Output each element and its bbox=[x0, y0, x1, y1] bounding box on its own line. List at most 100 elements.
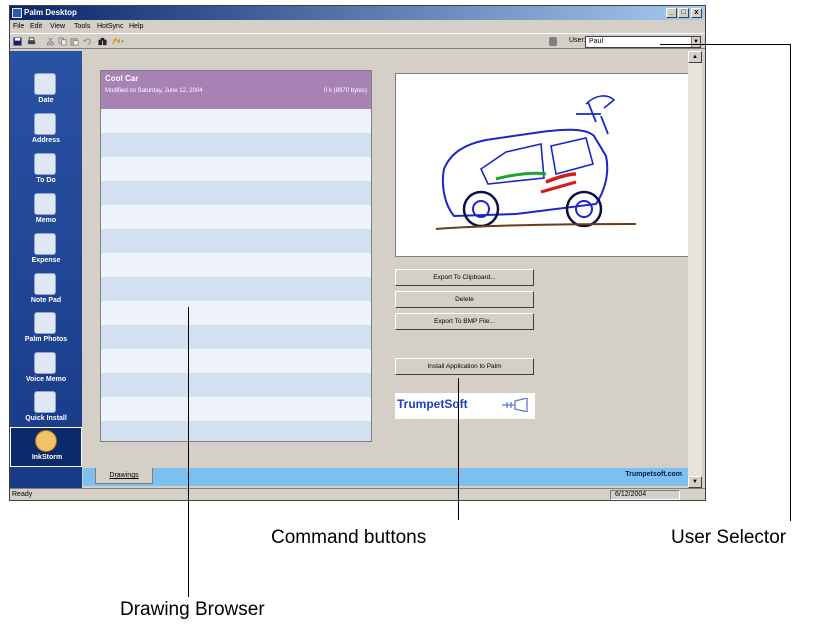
trumpet-icon bbox=[502, 398, 528, 412]
close-button[interactable]: x bbox=[691, 8, 702, 18]
drawing-modified: Modified on Saturday, June 12, 2004 bbox=[105, 88, 203, 94]
launcher-item-inkstorm[interactable]: InkStorm bbox=[10, 427, 82, 467]
menu-edit[interactable]: Edit bbox=[30, 21, 42, 33]
inkstorm-icon bbox=[35, 430, 57, 452]
launcher-item-note-pad[interactable]: Note Pad bbox=[10, 271, 82, 311]
note-pad-icon bbox=[34, 273, 56, 295]
export-bmp-button[interactable]: Export To BMP File... bbox=[395, 313, 534, 330]
trumpetsoft-logo: TrumpetSoft bbox=[395, 393, 535, 419]
launcher-bar: Date Address To Do Memo Expense Note Pad… bbox=[10, 51, 82, 488]
list-item[interactable] bbox=[101, 349, 371, 373]
minimize-button[interactable]: _ bbox=[666, 8, 677, 18]
copy-icon[interactable] bbox=[58, 37, 67, 46]
tab-drawings[interactable]: Drawings bbox=[95, 468, 153, 484]
launcher-item-memo[interactable]: Memo bbox=[10, 191, 82, 231]
window-title: Palm Desktop bbox=[24, 8, 77, 17]
tab-bar: Drawings Trumpetsoft.com bbox=[83, 468, 688, 486]
launcher-item-palm-photos[interactable]: Palm Photos bbox=[10, 310, 82, 350]
list-item[interactable] bbox=[101, 373, 371, 397]
menu-tools[interactable]: Tools bbox=[74, 21, 90, 33]
address-card-icon bbox=[34, 113, 56, 135]
chevron-down-icon[interactable]: ▼ bbox=[691, 37, 700, 47]
trumpetsoft-link[interactable]: Trumpetsoft.com bbox=[625, 471, 682, 478]
launcher-item-todo[interactable]: To Do bbox=[10, 151, 82, 191]
title-bar: Palm Desktop _ □ x bbox=[10, 6, 705, 20]
user-selector-value: Paul bbox=[589, 38, 604, 45]
car-sketch bbox=[435, 95, 637, 230]
menu-hotsync[interactable]: HotSync bbox=[97, 21, 123, 33]
user-selector[interactable]: Paul ▼ bbox=[585, 36, 701, 48]
drawing-row-selected[interactable]: Cool Car Modified on Saturday, June 12, … bbox=[101, 71, 371, 109]
launcher-item-expense[interactable]: Expense bbox=[10, 231, 82, 271]
find-icon[interactable] bbox=[98, 37, 107, 46]
list-item[interactable] bbox=[101, 421, 371, 441]
list-item[interactable] bbox=[101, 133, 371, 157]
expense-icon bbox=[34, 233, 56, 255]
launcher-label: Address bbox=[31, 137, 60, 144]
microphone-icon bbox=[34, 352, 56, 374]
launcher-item-date[interactable]: Date bbox=[10, 71, 82, 111]
list-item[interactable] bbox=[101, 253, 371, 277]
list-item[interactable] bbox=[101, 301, 371, 325]
list-item[interactable] bbox=[101, 109, 371, 133]
drawing-browser[interactable]: Cool Car Modified on Saturday, June 12, … bbox=[100, 70, 372, 442]
palm-app-icon bbox=[12, 8, 22, 18]
install-to-palm-button[interactable]: Install Application to Palm bbox=[395, 358, 534, 375]
launcher-label: Expense bbox=[31, 257, 61, 264]
list-item[interactable] bbox=[101, 325, 371, 349]
commands-leader-line bbox=[458, 378, 459, 520]
memo-pad-icon bbox=[34, 193, 56, 215]
photos-icon bbox=[34, 312, 56, 334]
user-leader-line-h bbox=[660, 44, 790, 45]
paste-icon[interactable] bbox=[70, 37, 79, 46]
undo-icon[interactable] bbox=[83, 37, 92, 46]
hotsync-icon[interactable] bbox=[111, 37, 125, 46]
palm-desktop-window: Palm Desktop _ □ x File Edit View Tools … bbox=[9, 5, 706, 501]
user-leader-line-v bbox=[790, 44, 791, 521]
status-date: 6/12/2004 bbox=[610, 490, 680, 500]
launcher-item-address[interactable]: Address bbox=[10, 111, 82, 151]
launcher-label: Memo bbox=[35, 217, 57, 224]
list-item[interactable] bbox=[101, 181, 371, 205]
user-label: User: bbox=[569, 37, 586, 44]
drawing-list bbox=[101, 109, 371, 441]
callout-command-buttons: Command buttons bbox=[271, 527, 427, 548]
launcher-label: To Do bbox=[36, 177, 56, 184]
clock-icon bbox=[34, 73, 56, 95]
launcher-item-voice-memo[interactable]: Voice Memo bbox=[10, 350, 82, 390]
browser-leader-line bbox=[188, 307, 189, 597]
save-icon[interactable] bbox=[13, 37, 22, 46]
menu-view[interactable]: View bbox=[50, 21, 65, 33]
launcher-label: Voice Memo bbox=[25, 376, 67, 383]
menu-help[interactable]: Help bbox=[129, 21, 143, 33]
menu-bar: File Edit View Tools HotSync Help bbox=[10, 21, 705, 33]
callout-user-selector: User Selector bbox=[671, 527, 787, 548]
status-bar: Ready 6/12/2004 bbox=[10, 488, 705, 500]
menu-file[interactable]: File bbox=[13, 21, 24, 33]
callout-drawing-browser: Drawing Browser bbox=[120, 599, 265, 620]
drawing-preview bbox=[395, 73, 692, 257]
scroll-up-icon[interactable]: ▲ bbox=[688, 51, 702, 63]
scroll-down-icon[interactable]: ▼ bbox=[688, 476, 702, 488]
list-item[interactable] bbox=[101, 205, 371, 229]
list-item[interactable] bbox=[101, 277, 371, 301]
cut-icon[interactable] bbox=[46, 37, 55, 46]
delete-button[interactable]: Delete bbox=[395, 291, 534, 308]
launcher-label: Palm Photos bbox=[24, 336, 68, 343]
list-item[interactable] bbox=[101, 157, 371, 181]
export-clipboard-button[interactable]: Export To Clipboard... bbox=[395, 269, 534, 286]
toolbar: User: Paul ▼ bbox=[10, 33, 705, 49]
list-item[interactable] bbox=[101, 397, 371, 421]
status-text: Ready bbox=[12, 491, 33, 498]
launcher-label: Date bbox=[38, 97, 54, 104]
maximize-button[interactable]: □ bbox=[678, 8, 689, 18]
install-icon bbox=[34, 391, 56, 413]
launcher-item-quick-install[interactable]: Quick Install bbox=[10, 389, 82, 429]
drawing-title: Cool Car bbox=[105, 74, 139, 83]
drawing-size: 0 k (8970 bytes) bbox=[323, 88, 367, 94]
launcher-label: InkStorm bbox=[31, 454, 63, 461]
launcher-label: Quick Install bbox=[25, 415, 67, 422]
print-icon[interactable] bbox=[27, 37, 36, 46]
list-item[interactable] bbox=[101, 229, 371, 253]
vertical-scrollbar[interactable]: ▲ ▼ bbox=[688, 51, 702, 488]
